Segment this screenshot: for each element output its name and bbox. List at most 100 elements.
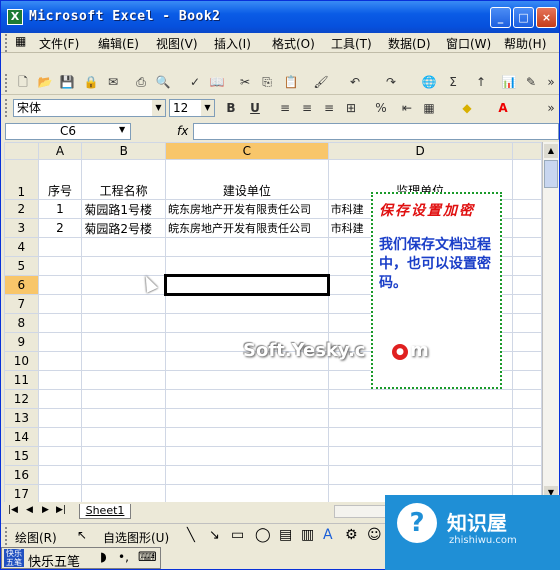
header-cell[interactable]: 建设单位 [165, 159, 329, 200]
cell[interactable] [37, 484, 83, 502]
row-header[interactable]: 14 [4, 427, 39, 447]
row-header[interactable]: 2 [4, 199, 39, 219]
cell[interactable] [511, 332, 542, 352]
cell[interactable] [511, 313, 542, 333]
cell[interactable] [511, 408, 542, 428]
drawing-icon[interactable]: ✎ [523, 74, 539, 90]
cell[interactable] [165, 408, 329, 428]
header-cell[interactable]: 工程名称 [81, 159, 167, 200]
ime-logo-icon[interactable]: 快乐 五笔 [4, 549, 24, 567]
cell[interactable] [81, 389, 167, 409]
formula-input[interactable] [193, 123, 559, 140]
new-icon[interactable]: 🗋 [15, 74, 31, 90]
textbox-icon[interactable]: ▤ [279, 527, 292, 543]
cell[interactable] [511, 427, 542, 447]
undo-icon[interactable]: ↶ [347, 74, 363, 90]
menu-edit[interactable]: 编辑(E) [98, 35, 139, 52]
row-header[interactable]: 7 [4, 294, 39, 314]
research-icon[interactable]: 📖 [209, 74, 225, 90]
row-header[interactable]: 13 [4, 408, 39, 428]
underline-button[interactable]: U [247, 100, 263, 116]
cell[interactable] [37, 370, 83, 390]
cell[interactable] [511, 237, 542, 257]
print-preview-icon[interactable]: 🔍 [155, 74, 171, 90]
cell[interactable] [37, 294, 83, 314]
cell[interactable] [81, 408, 167, 428]
diagram-icon[interactable]: ⚙ [345, 527, 358, 543]
cell[interactable] [37, 313, 83, 333]
cell[interactable] [81, 313, 167, 333]
row-header-selected[interactable]: 6 [4, 275, 39, 295]
align-left-icon[interactable]: ≡ [277, 100, 293, 116]
column-header[interactable] [511, 142, 542, 160]
copy-icon[interactable]: ⎘ [259, 74, 275, 90]
menu-tools[interactable]: 工具(T) [331, 35, 372, 52]
format-painter-icon[interactable]: 🖌 [313, 74, 329, 90]
font-size-select[interactable]: 12 ▼ [169, 99, 215, 117]
permission-icon[interactable]: 🔒 [83, 74, 99, 90]
cell[interactable] [511, 370, 542, 390]
cell[interactable] [81, 237, 167, 257]
row-header[interactable]: 9 [4, 332, 39, 352]
open-icon[interactable]: 📂 [37, 74, 53, 90]
redo-icon[interactable]: ↷ [383, 74, 399, 90]
sheet-tab[interactable]: Sheet1 [79, 504, 131, 519]
soft-keyboard-icon[interactable]: ⌨ [138, 550, 157, 565]
function-icon[interactable]: fx [177, 124, 188, 138]
fill-color-icon[interactable]: ◆ [459, 100, 475, 116]
chevron-down-icon[interactable]: ▼ [119, 125, 125, 134]
bold-button[interactable]: B [223, 100, 239, 116]
row-header[interactable]: 16 [4, 465, 39, 485]
chart-wizard-icon[interactable]: 📊 [501, 74, 517, 90]
cell[interactable] [37, 275, 83, 295]
font-name-select[interactable]: 宋体 ▼ [13, 99, 166, 117]
rectangle-icon[interactable]: ▭ [231, 527, 244, 543]
cell[interactable] [165, 256, 329, 276]
scroll-thumb[interactable] [544, 160, 558, 188]
decrease-indent-icon[interactable]: ⇤ [399, 100, 415, 116]
workbook-icon[interactable]: ▦ [15, 34, 26, 48]
cell[interactable] [165, 237, 329, 257]
cell[interactable] [81, 446, 167, 466]
column-header[interactable]: A [37, 142, 83, 160]
cell[interactable] [81, 294, 167, 314]
toolbar-grip[interactable] [5, 99, 8, 117]
toolbar-options-icon[interactable]: » [543, 100, 559, 116]
menu-view[interactable]: 视图(V) [156, 35, 198, 52]
header-cell[interactable]: 序号 [37, 159, 83, 200]
cell[interactable] [327, 427, 513, 447]
vertical-scrollbar[interactable]: ▲ ▼ [542, 142, 559, 502]
cell[interactable]: 皖东房地产开发有限责任公司 [165, 199, 329, 219]
row-header[interactable]: 12 [4, 389, 39, 409]
cell[interactable] [511, 199, 542, 219]
punctuation-icon[interactable]: •, [118, 550, 129, 564]
merge-center-icon[interactable]: ⊞ [343, 100, 359, 116]
cell[interactable] [327, 446, 513, 466]
last-sheet-icon[interactable]: ▶| [56, 505, 66, 515]
maximize-button[interactable]: □ [513, 7, 534, 28]
cell[interactable] [81, 351, 167, 371]
vertical-textbox-icon[interactable]: ▥ [301, 527, 314, 543]
column-header-selected[interactable]: C [165, 142, 329, 160]
cell[interactable] [37, 408, 83, 428]
first-sheet-icon[interactable]: |◀ [8, 505, 18, 515]
cell[interactable] [37, 237, 83, 257]
cell[interactable] [81, 484, 167, 502]
cell[interactable]: 2 [37, 218, 83, 238]
spelling-icon[interactable]: ✓ [187, 74, 203, 90]
save-icon[interactable]: 💾 [59, 74, 75, 90]
cell[interactable] [81, 427, 167, 447]
cell[interactable]: 1 [37, 199, 83, 219]
half-width-icon[interactable]: ◗ [100, 550, 107, 565]
close-button[interactable]: × [536, 7, 557, 28]
cell[interactable] [81, 370, 167, 390]
name-box[interactable]: C6 [5, 123, 131, 140]
cell[interactable] [511, 256, 542, 276]
chevron-down-icon[interactable]: ▼ [201, 100, 214, 116]
toolbar-grip[interactable] [5, 527, 8, 545]
borders-icon[interactable]: ▦ [421, 100, 437, 116]
cell[interactable] [511, 446, 542, 466]
row-header[interactable]: 3 [4, 218, 39, 238]
font-color-icon[interactable]: A [495, 100, 511, 116]
chevron-down-icon[interactable]: ▼ [152, 100, 165, 116]
